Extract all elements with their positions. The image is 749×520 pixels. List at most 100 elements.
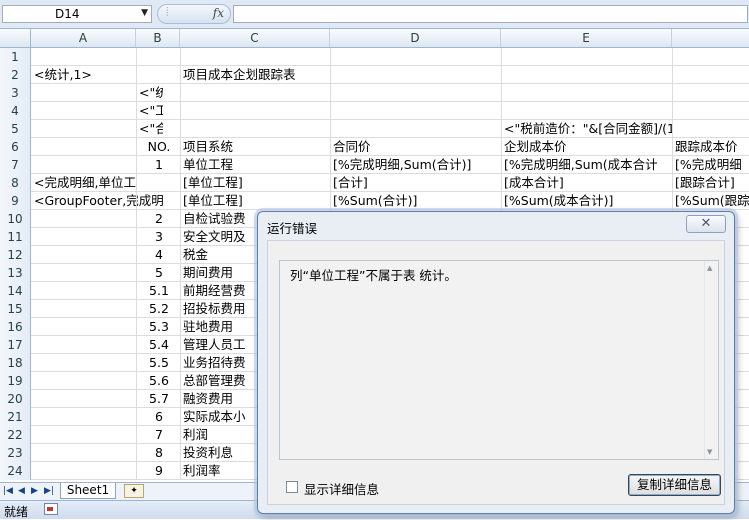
prev-sheet-icon[interactable]: ◀ (18, 486, 25, 496)
row-header[interactable]: 6 (0, 138, 31, 156)
insert-function-icon[interactable]: fx (213, 6, 224, 20)
row-header[interactable]: 2 (0, 66, 31, 84)
message-scrollbar[interactable]: ▲ ▼ (704, 261, 718, 459)
cell-d7[interactable]: [%完成明细,Sum(合计)] (333, 156, 501, 173)
cell-f7[interactable]: [%完成明细 (675, 156, 749, 173)
column-header-b[interactable]: B (136, 29, 180, 47)
cell-e8[interactable]: [成本合计] (504, 174, 672, 191)
table-row[interactable]: 2 <统计,1> 项目成本企划跟踪表 (0, 66, 749, 84)
column-header-e[interactable]: E (501, 29, 672, 47)
chevron-down-icon[interactable]: ▼ (141, 8, 148, 18)
cell-b14[interactable]: 5.1 (139, 282, 179, 299)
cell-b13[interactable]: 5 (139, 264, 179, 281)
show-details-checkbox[interactable] (286, 481, 298, 493)
next-sheet-icon[interactable]: ▶ (31, 486, 38, 496)
cell-a2[interactable]: <统计,1> (34, 66, 136, 83)
row-header[interactable]: 1 (0, 48, 31, 66)
row-header[interactable]: 23 (0, 444, 31, 462)
cell-b15[interactable]: 5.2 (139, 300, 179, 317)
cell-f6[interactable]: 跟踪成本价 (675, 138, 749, 155)
row-header[interactable]: 10 (0, 210, 31, 228)
cell-b6[interactable]: NO. (139, 138, 179, 155)
cell-b23[interactable]: 8 (139, 444, 179, 461)
row-header[interactable]: 4 (0, 102, 31, 120)
table-row[interactable]: 5 <"合同金额："&[合同金额]> <"税前造价："&[合同金额]/(1+[税率 (0, 120, 749, 138)
cell-e6[interactable]: 企划成本价 (504, 138, 672, 155)
macro-record-icon[interactable] (44, 503, 58, 515)
cell-b20[interactable]: 5.7 (139, 390, 179, 407)
cell-b24[interactable]: 9 (139, 462, 179, 479)
cell-a9[interactable]: <GroupFooter,完成明 (34, 192, 184, 209)
row-header[interactable]: 12 (0, 246, 31, 264)
column-header-f[interactable] (672, 29, 749, 47)
table-row[interactable]: 6 NO. 项目系统 合同价 企划成本价 跟踪成本价 (0, 138, 749, 156)
row-header[interactable]: 20 (0, 390, 31, 408)
cell-d8[interactable]: [合计] (333, 174, 501, 191)
error-message-box[interactable]: 列“单位工程”不属于表 统计。 ▲ ▼ (279, 260, 719, 460)
row-header[interactable]: 18 (0, 354, 31, 372)
row-header[interactable]: 8 (0, 174, 31, 192)
cell-c6[interactable]: 项目系统 (183, 138, 330, 155)
column-header-a[interactable]: A (31, 29, 136, 47)
row-header[interactable]: 3 (0, 84, 31, 102)
cell-b22[interactable]: 7 (139, 426, 179, 443)
row-header[interactable]: 7 (0, 156, 31, 174)
cell-b16[interactable]: 5.3 (139, 318, 179, 335)
column-header-d[interactable]: D (330, 29, 501, 47)
cell-b18[interactable]: 5.5 (139, 354, 179, 371)
cell-b7[interactable]: 1 (139, 156, 179, 173)
cell-b4[interactable]: <"工程名称："&[项目名称]> (139, 102, 163, 119)
cell-d9[interactable]: [%Sum(合计)] (333, 192, 501, 209)
row-header[interactable]: 24 (0, 462, 31, 480)
cell-d6[interactable]: 合同价 (333, 138, 501, 155)
cell-b19[interactable]: 5.6 (139, 372, 179, 389)
table-row[interactable]: 7 1 单位工程 [%完成明细,Sum(合计)] [%完成明细,Sum(成本合计 [%完成… (0, 156, 749, 174)
table-row[interactable]: 1 (0, 48, 749, 66)
last-sheet-icon[interactable]: ▶| (44, 486, 54, 496)
row-header[interactable]: 13 (0, 264, 31, 282)
first-sheet-icon[interactable]: |◀ (3, 486, 13, 496)
row-header[interactable]: 15 (0, 300, 31, 318)
cell-f8[interactable]: [跟踪合计] (675, 174, 749, 191)
cell-b17[interactable]: 5.4 (139, 336, 179, 353)
row-header[interactable]: 21 (0, 408, 31, 426)
cell-e5[interactable]: <"税前造价："&[合同金额]/(1+[税率 (504, 120, 672, 137)
insert-sheet-icon[interactable]: ✦ (124, 484, 144, 498)
row-header[interactable]: 14 (0, 282, 31, 300)
cell-b5[interactable]: <"合同金额："&[合同金额]> (139, 120, 163, 137)
table-row[interactable]: 4 <"工程名称："&[项目名称]> (0, 102, 749, 120)
row-header[interactable]: 11 (0, 228, 31, 246)
table-row[interactable]: 8<完成明细,单位工程> [单位工程][合计][成本合计][跟踪合计] (0, 174, 749, 192)
cell-b11[interactable]: 3 (139, 228, 179, 245)
cell-b12[interactable]: 4 (139, 246, 179, 263)
cell-c9[interactable]: [单位工程] (183, 192, 330, 209)
row-header[interactable]: 5 (0, 120, 31, 138)
table-row[interactable]: 3 <"统计编号："&[统计ID]> (0, 84, 749, 102)
scroll-up-icon[interactable]: ▲ (707, 264, 712, 272)
cell-b21[interactable]: 6 (139, 408, 179, 425)
row-header[interactable]: 17 (0, 336, 31, 354)
scroll-down-icon[interactable]: ▼ (707, 448, 712, 456)
cell-c7[interactable]: 单位工程 (183, 156, 330, 173)
cell-c2[interactable]: 项目成本企划跟踪表 (183, 66, 330, 83)
row-header[interactable]: 16 (0, 318, 31, 336)
close-button[interactable]: ✕ (686, 215, 726, 233)
row-header[interactable]: 9 (0, 192, 31, 210)
row-header[interactable]: 19 (0, 372, 31, 390)
table-row[interactable]: 9 <GroupFooter,完成明 [单位工程] [%Sum(合计)] [%Sum(成… (0, 192, 749, 210)
cell-b3[interactable]: <"统计编号："&[统计ID]> (139, 84, 163, 101)
cell-e9[interactable]: [%Sum(成本合计)] (504, 192, 672, 209)
select-all-corner[interactable] (0, 29, 31, 47)
sheet-tab[interactable]: Sheet1 (60, 483, 116, 499)
name-box[interactable]: D14 ▼ (2, 5, 152, 23)
copy-details-button[interactable]: 复制详细信息 (628, 474, 721, 496)
cell-c8[interactable]: [单位工程] (183, 174, 330, 191)
formula-input[interactable] (233, 5, 748, 23)
cell-e7[interactable]: [%完成明细,Sum(成本合计 (504, 156, 672, 173)
cell-b10[interactable]: 2 (139, 210, 179, 227)
cell-f9[interactable]: [%Sum(跟踪 (675, 192, 749, 209)
cell-a8[interactable]: <完成明细,单位工程> (34, 174, 136, 191)
row-header[interactable]: 22 (0, 426, 31, 444)
show-details-label[interactable]: 显示详细信息 (304, 479, 379, 498)
column-header-c[interactable]: C (180, 29, 330, 47)
